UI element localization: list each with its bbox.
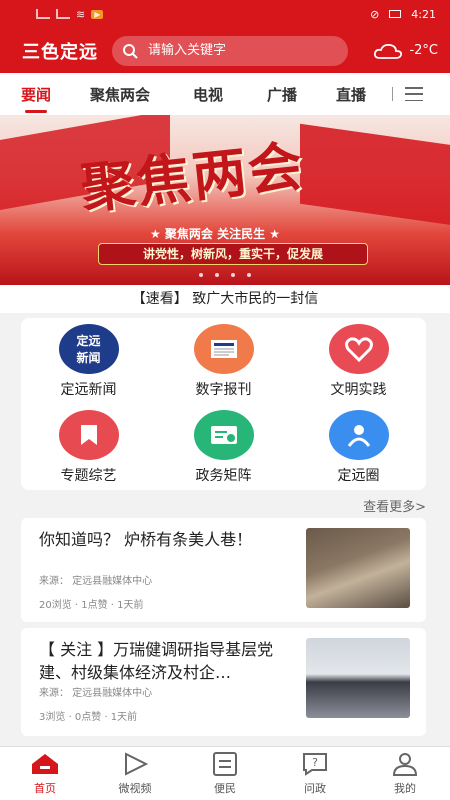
service-special-topics[interactable]: 专题综艺 (21, 404, 156, 490)
weather[interactable]: -2°C (373, 42, 438, 60)
news-title: 你知道吗？ 炉桥有条美人巷！ (39, 530, 253, 549)
nav-label: 首页 (34, 781, 56, 795)
document-icon (213, 751, 237, 776)
nav-micro-video[interactable]: 微视频 (90, 747, 180, 800)
flag-right (300, 123, 450, 227)
wifi-icon: ≋ (76, 7, 86, 21)
status-bar: ≋ ▶ ⊘ 4:21 (0, 0, 450, 28)
search-box[interactable] (112, 35, 348, 66)
news-thumbnail (306, 528, 410, 608)
tab-tv[interactable]: 电视 (168, 84, 248, 105)
banner-slogan: 讲党性，树新风，重实干，促发展 (98, 243, 368, 265)
temperature: -2°C (409, 43, 438, 58)
nav-label: 问政 (304, 781, 326, 795)
service-grid: 定远 新闻 定远新闻 数字报刊 文明实践 专题综艺 政务矩阵 定远圈 (21, 318, 426, 490)
nav-inquiry[interactable]: ? 问政 (270, 747, 360, 800)
menu-icon[interactable] (405, 87, 423, 101)
home-icon (32, 753, 58, 774)
nav-mine[interactable]: 我的 (360, 747, 450, 800)
news-card[interactable]: 【 关注 】万瑞健调研指导基层党建、村级集体经济及村企… 来源： 定远县融媒体中… (21, 628, 426, 736)
dingyuan-news-icon: 定远 新闻 (58, 323, 119, 374)
news-title: 【 关注 】万瑞健调研指导基层党建、村级集体经济及村企… (39, 640, 274, 682)
tab-radio[interactable]: 广播 (248, 84, 316, 105)
svg-text:?: ? (312, 756, 318, 769)
see-more-link[interactable]: 查看更多> (363, 496, 426, 515)
banner-subtitle: ★ 聚焦两会 关注民生 ★ (150, 227, 281, 241)
tab-yaowen[interactable]: 要闻 (0, 84, 72, 105)
news-meta: 20浏览 · 1点赞 · 1天前 (39, 600, 144, 611)
app-logo: 三色定远 (22, 41, 98, 63)
service-label: 定远圈 (337, 467, 380, 484)
service-label: 文明实践 (330, 381, 387, 398)
search-icon (123, 43, 138, 59)
cloud-icon (374, 43, 403, 59)
nav-label: 微视频 (118, 781, 152, 795)
service-dingyuan-circle[interactable]: 定远圈 (291, 404, 426, 490)
tab-divider (392, 87, 393, 101)
clock: 4:21 (411, 7, 436, 21)
service-dingyuan-news[interactable]: 定远 新闻 定远新闻 (21, 318, 156, 404)
signal-icon-2 (56, 9, 70, 19)
video-app-icon: ▶ (91, 9, 104, 19)
service-civilization-practice[interactable]: 文明实践 (291, 318, 426, 404)
community-icon (328, 409, 389, 460)
bottom-nav: 首页 微视频 便民 ? 问政 我的 (0, 746, 450, 800)
news-source: 来源： 定远县融媒体中心 (39, 688, 153, 699)
signal-icon (36, 9, 50, 19)
channel-tabs: 要闻 聚焦两会 电视 广播 直播 (0, 73, 450, 115)
heart-icon (328, 323, 389, 374)
status-icons-right: ⊘ 4:21 (370, 8, 436, 21)
top-bar: 三色定远 -2°C (0, 28, 450, 73)
news-meta: 3浏览 · 0点赞 · 1天前 (39, 712, 138, 723)
news-card[interactable]: 你知道吗？ 炉桥有条美人巷！ 来源： 定远县融媒体中心 20浏览 · 1点赞 ·… (21, 518, 426, 622)
battery-icon (389, 10, 402, 18)
mute-icon: ⊘ (370, 7, 380, 21)
service-label: 专题综艺 (60, 467, 117, 484)
carousel-dots (0, 273, 450, 277)
search-input[interactable] (148, 43, 328, 58)
news-source: 来源： 定远县融媒体中心 (39, 576, 153, 587)
service-label: 数字报刊 (195, 381, 252, 398)
tab-focus-two-sessions[interactable]: 聚焦两会 (72, 84, 168, 105)
play-icon (125, 751, 149, 776)
user-icon (392, 752, 418, 776)
service-label: 政务矩阵 (195, 467, 252, 484)
nav-home[interactable]: 首页 (0, 747, 90, 800)
question-icon: ? (303, 752, 327, 776)
service-digital-newspaper[interactable]: 数字报刊 (156, 318, 291, 404)
service-label: 定远新闻 (60, 381, 117, 398)
nav-convenience[interactable]: 便民 (180, 747, 270, 800)
nav-label: 我的 (394, 781, 416, 795)
nav-label: 便民 (214, 781, 236, 795)
banner-carousel[interactable]: 聚焦两会 ★ 聚焦两会 关注民生 ★ 讲党性，树新风，重实干，促发展 (0, 115, 450, 285)
app-header: ≋ ▶ ⊘ 4:21 三色定远 -2°C (0, 0, 450, 73)
service-government-matrix[interactable]: 政务矩阵 (156, 404, 291, 490)
status-icons-left: ≋ ▶ (36, 7, 104, 21)
tab-live[interactable]: 直播 (316, 84, 386, 105)
bookmark-icon (58, 409, 119, 460)
headline-ticker[interactable]: 【速看】 致广大市民的一封信 (0, 285, 450, 313)
news-thumbnail (306, 638, 410, 718)
newspaper-icon (193, 323, 254, 374)
government-card-icon (193, 409, 254, 460)
